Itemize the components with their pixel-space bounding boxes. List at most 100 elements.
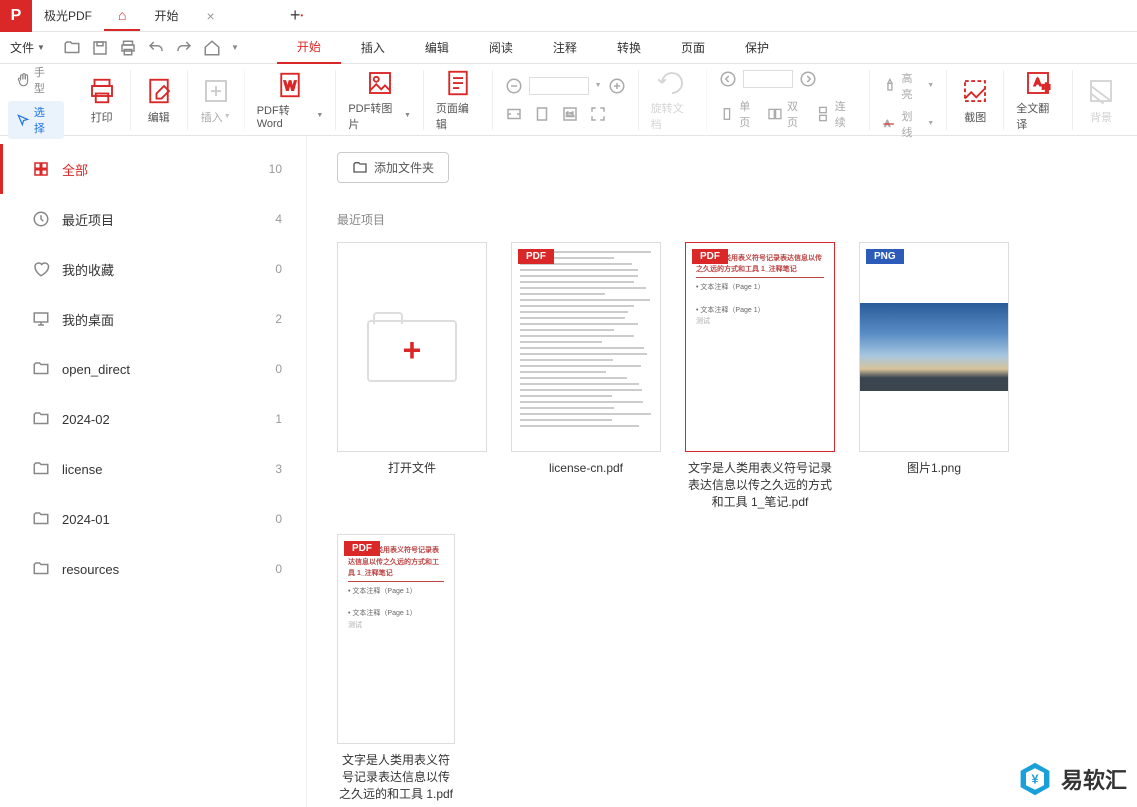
svg-text:¥: ¥ — [1031, 773, 1038, 787]
fullscreen-icon[interactable] — [589, 105, 607, 123]
menu-tab-annotate[interactable]: 注释 — [533, 32, 597, 64]
select-mode-button[interactable]: 选择 — [8, 101, 64, 139]
home-icon[interactable] — [203, 39, 221, 57]
tab-start[interactable]: 开始 × — [140, 0, 280, 31]
app-name: 极光PDF — [32, 0, 104, 31]
file-card[interactable]: PDFlicense-cn.pdf — [511, 242, 661, 510]
sidebar-item-label: 全部 — [62, 160, 88, 179]
grid-icon — [32, 160, 50, 178]
menu-tab-edit[interactable]: 编辑 — [405, 32, 469, 64]
nav-left-icon[interactable] — [719, 70, 737, 88]
sidebar-item-count: 4 — [275, 212, 282, 226]
file-card[interactable]: PDF文字是人类用表义符号记录表达信息以传之久远的方式和工具 1_注释笔记• 文… — [337, 534, 455, 802]
hand-icon — [16, 73, 30, 87]
file-name-label: 打开文件 — [337, 460, 487, 477]
folder-icon — [352, 160, 368, 176]
file-menu-button[interactable]: 文件 ▼ — [0, 32, 55, 64]
hand-mode-label: 手型 — [34, 64, 56, 96]
folder-icon — [32, 510, 50, 528]
sidebar-item-license[interactable]: license3 — [0, 444, 306, 494]
file-card[interactable]: PDF文字是人类用表义符号记录表达信息以传之久远的方式和工具 1_注释笔记• 文… — [685, 242, 835, 510]
menu-tab-page[interactable]: 页面 — [661, 32, 725, 64]
qat-caret-icon[interactable]: ▼ — [231, 43, 239, 52]
fit-width-icon[interactable] — [505, 105, 523, 123]
sidebar-item-label: 最近项目 — [62, 210, 114, 229]
watermark-text: 易软汇 — [1061, 763, 1127, 795]
zoom-caret-icon[interactable]: ▼ — [595, 82, 602, 89]
menu-tab-read[interactable]: 阅读 — [469, 32, 533, 64]
continuous-button[interactable]: 连续 — [815, 98, 857, 130]
edit-button[interactable]: 编辑 — [131, 70, 188, 130]
view-mode-group: 单页 双页 连续 — [707, 70, 869, 130]
zoom-out-icon[interactable] — [505, 77, 523, 95]
svg-text:W: W — [284, 79, 296, 93]
print-label: 打印 — [91, 109, 113, 125]
close-icon[interactable]: × — [207, 8, 215, 24]
open-file-card[interactable]: +打开文件 — [337, 242, 487, 510]
highlight-button[interactable]: 高亮▼ — [882, 70, 935, 102]
background-icon — [1086, 76, 1116, 106]
menu-tab-start[interactable]: 开始 — [277, 32, 341, 64]
screenshot-button[interactable]: 截图 — [947, 70, 1004, 130]
menu-tab-convert[interactable]: 转换 — [597, 32, 661, 64]
strikethrough-button[interactable]: A划线▼ — [882, 108, 935, 140]
nav-right-icon[interactable] — [799, 70, 817, 88]
undo-icon[interactable] — [147, 39, 165, 57]
menu-tab-protect[interactable]: 保护 — [725, 32, 789, 64]
file-name-label: license-cn.pdf — [511, 460, 661, 477]
hand-mode-button[interactable]: 手型 — [8, 61, 64, 99]
sidebar-item-count: 0 — [275, 562, 282, 576]
sidebar-item-label: open_direct — [62, 362, 130, 377]
page-number-input[interactable] — [743, 70, 793, 88]
tab-add-button[interactable]: +• — [280, 0, 312, 31]
open-icon[interactable] — [63, 39, 81, 57]
select-mode-label: 选择 — [34, 104, 56, 136]
double-page-icon — [767, 106, 783, 122]
redo-icon[interactable] — [175, 39, 193, 57]
fit-page-icon[interactable] — [533, 105, 551, 123]
print-icon[interactable] — [119, 39, 137, 57]
sidebar-item-open_direct[interactable]: open_direct0 — [0, 344, 306, 394]
sidebar-item-我的桌面[interactable]: 我的桌面2 — [0, 294, 306, 344]
folder-icon — [32, 560, 50, 578]
pdf-to-word-button[interactable]: W PDF转Word▼ — [245, 70, 337, 130]
pdf-to-image-button[interactable]: PDF转图片▼ — [336, 70, 424, 130]
clock-icon — [32, 210, 50, 228]
continuous-icon — [815, 106, 831, 122]
sidebar-item-全部[interactable]: 全部10 — [0, 144, 306, 194]
save-icon[interactable] — [91, 39, 109, 57]
screenshot-label: 截图 — [964, 109, 986, 125]
menu-tabs: 开始 插入 编辑 阅读 注释 转换 页面 保护 — [277, 32, 789, 64]
sidebar-item-2024-02[interactable]: 2024-021 — [0, 394, 306, 444]
folder-icon — [32, 410, 50, 428]
fulltext-translate-button[interactable]: A中 全文翻译 — [1004, 70, 1073, 130]
background-button[interactable]: 背景 — [1073, 70, 1129, 130]
pdf-to-word-label: PDF转Word — [257, 102, 316, 130]
sidebar-item-resources[interactable]: resources0 — [0, 544, 306, 594]
zoom-input[interactable] — [529, 77, 589, 95]
sidebar-item-label: 2024-01 — [62, 512, 110, 527]
actual-size-icon[interactable]: 1:1 — [561, 105, 579, 123]
sidebar-item-count: 2 — [275, 312, 282, 326]
insert-button[interactable]: 插入▼ — [188, 70, 245, 130]
menu-tab-insert[interactable]: 插入 — [341, 32, 405, 64]
zoom-in-icon[interactable] — [608, 77, 626, 95]
fulltext-translate-label: 全文翻译 — [1016, 100, 1060, 132]
file-card[interactable]: PNG图片1.png — [859, 242, 1009, 510]
page-edit-label: 页面编辑 — [436, 100, 480, 132]
edit-icon — [144, 76, 174, 106]
screenshot-icon — [960, 76, 990, 106]
rotate-doc-button[interactable]: 旋转文档 — [639, 70, 708, 130]
sidebar-item-label: license — [62, 462, 102, 477]
sidebar-item-最近项目[interactable]: 最近项目 4 — [0, 194, 306, 244]
print-button[interactable]: 打印 — [74, 70, 131, 130]
double-page-button[interactable]: 双页 — [767, 98, 809, 130]
add-folder-button[interactable]: 添加文件夹 — [337, 152, 449, 183]
sidebar-item-2024-01[interactable]: 2024-010 — [0, 494, 306, 544]
single-page-button[interactable]: 单页 — [719, 98, 761, 130]
tab-home[interactable]: ⌂ — [104, 0, 140, 31]
sidebar-item-label: 2024-02 — [62, 412, 110, 427]
page-edit-button[interactable]: 页面编辑 — [424, 70, 493, 130]
sidebar-item-我的收藏[interactable]: 我的收藏0 — [0, 244, 306, 294]
single-page-icon — [719, 106, 735, 122]
